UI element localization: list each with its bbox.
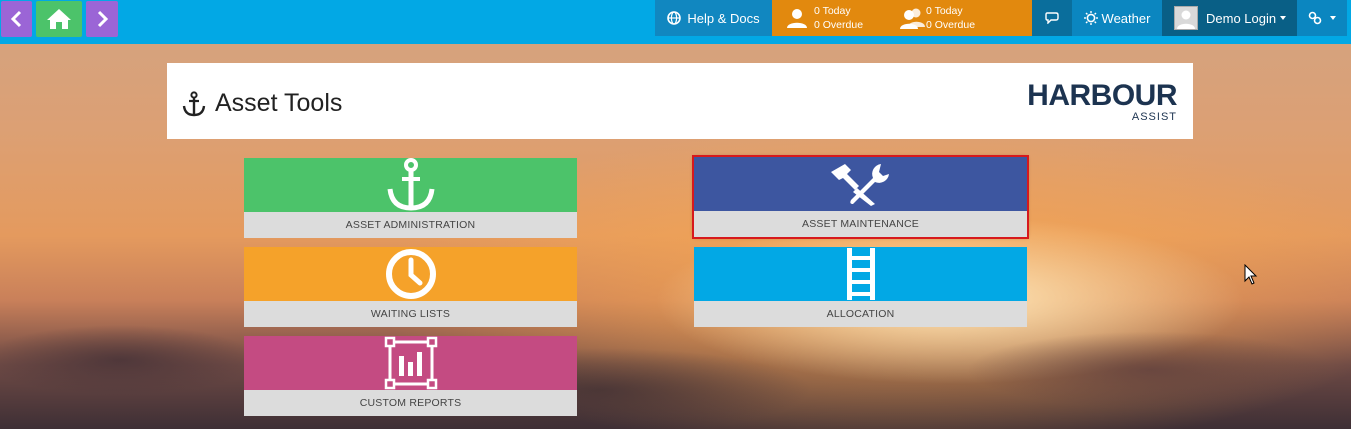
user-icon bbox=[787, 9, 807, 28]
page-title: Asset Tools bbox=[181, 89, 342, 118]
anchor-icon bbox=[182, 90, 206, 116]
chat-button[interactable] bbox=[1032, 0, 1072, 36]
tile-asset-maintenance[interactable]: ASSET MAINTENANCE bbox=[692, 155, 1029, 239]
sun-icon bbox=[1083, 11, 1098, 25]
tile-icon-area bbox=[244, 158, 577, 212]
my-tasks-overdue: 0 Overdue bbox=[814, 19, 864, 31]
background-sunset bbox=[0, 300, 1351, 429]
tile-label: CUSTOM REPORTS bbox=[244, 390, 577, 416]
weather-label: Weather bbox=[1101, 10, 1151, 26]
team-tasks-overdue: 0 Overdue bbox=[926, 19, 976, 31]
tools-icon bbox=[830, 164, 889, 206]
home-button[interactable] bbox=[36, 1, 82, 37]
tasks-area: 0 Today 0 Overdue 0 Today 0 Overdue bbox=[772, 0, 1032, 36]
logo-sub-text: ASSIST bbox=[1131, 111, 1177, 123]
user-menu-button[interactable]: Demo Login bbox=[1162, 0, 1297, 36]
weather-button[interactable]: Weather bbox=[1072, 0, 1162, 36]
team-tasks-today: 0 Today bbox=[926, 5, 963, 17]
avatar-icon bbox=[1177, 10, 1195, 29]
help-docs-button[interactable]: Help & Docs bbox=[655, 0, 772, 36]
tile-custom-reports[interactable]: CUSTOM REPORTS bbox=[244, 336, 577, 416]
harbour-assist-logo: HARBOUR ASSIST bbox=[1019, 81, 1177, 125]
team-tasks-button[interactable]: 0 Today 0 Overdue bbox=[900, 0, 975, 36]
mouse-cursor-icon bbox=[1244, 264, 1258, 285]
chevron-right-icon bbox=[97, 10, 109, 28]
forward-button[interactable] bbox=[86, 1, 118, 37]
chevron-left-icon bbox=[10, 10, 21, 28]
tile-icon-area bbox=[694, 157, 1027, 211]
tile-icon-area bbox=[244, 336, 577, 390]
home-icon bbox=[47, 9, 71, 29]
tile-allocation[interactable]: ALLOCATION bbox=[694, 247, 1027, 327]
caret-down-icon bbox=[1330, 16, 1336, 20]
login-label: Demo Login bbox=[1206, 10, 1277, 26]
tile-asset-administration[interactable]: ASSET ADMINISTRATION bbox=[244, 158, 577, 238]
anchor-icon bbox=[387, 158, 434, 211]
users-icon bbox=[900, 8, 925, 29]
report-icon bbox=[384, 336, 437, 390]
page-title-text: Asset Tools bbox=[215, 89, 343, 117]
tile-icon-area bbox=[694, 247, 1027, 301]
my-tasks-today: 0 Today bbox=[814, 5, 851, 17]
tile-label: ALLOCATION bbox=[694, 301, 1027, 327]
tile-label: ASSET MAINTENANCE bbox=[694, 211, 1027, 237]
globe-icon bbox=[667, 11, 682, 25]
link-icon bbox=[1308, 11, 1322, 25]
clock-icon bbox=[385, 249, 436, 299]
help-docs-label: Help & Docs bbox=[687, 10, 760, 26]
avatar bbox=[1174, 6, 1198, 30]
tile-label: WAITING LISTS bbox=[244, 301, 577, 327]
logo-main-text: HARBOUR bbox=[1027, 79, 1177, 112]
ladder-icon bbox=[846, 248, 875, 300]
links-menu-button[interactable] bbox=[1297, 0, 1347, 36]
page-header: Asset Tools HARBOUR ASSIST bbox=[167, 63, 1193, 139]
tile-label: ASSET ADMINISTRATION bbox=[244, 212, 577, 238]
tile-waiting-lists[interactable]: WAITING LISTS bbox=[244, 247, 577, 327]
caret-down-icon bbox=[1280, 16, 1287, 20]
back-button[interactable] bbox=[1, 1, 32, 37]
chat-icon bbox=[1045, 12, 1059, 24]
my-tasks-button[interactable]: 0 Today 0 Overdue bbox=[786, 0, 863, 36]
tile-icon-area bbox=[244, 247, 577, 301]
